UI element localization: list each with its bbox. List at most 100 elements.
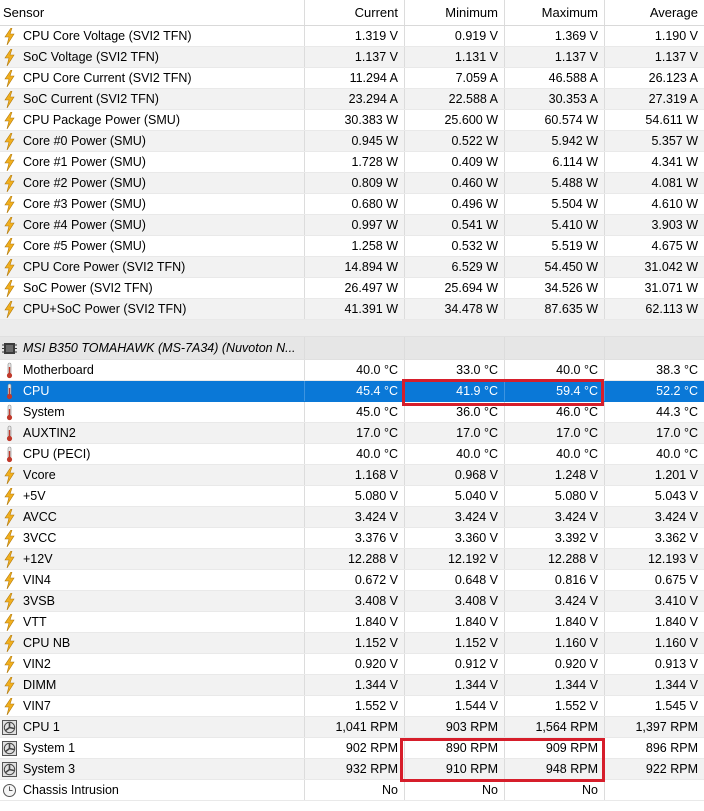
lightning-icon bbox=[2, 174, 23, 192]
table-row[interactable]: AUXTIN2 17.0 °C 17.0 °C 17.0 °C 17.0 °C bbox=[0, 423, 704, 444]
lightning-icon bbox=[2, 592, 23, 610]
table-row[interactable]: Vcore 1.168 V 0.968 V 1.248 V 1.201 V bbox=[0, 465, 704, 486]
table-row[interactable]: VIN7 1.552 V 1.544 V 1.552 V 1.545 V bbox=[0, 696, 704, 717]
sensor-name-cell: CPU (PECI) bbox=[0, 444, 305, 464]
average-value: 52.2 °C bbox=[656, 384, 698, 398]
average-value: 44.3 °C bbox=[656, 405, 698, 419]
column-header-current[interactable]: Current bbox=[305, 0, 405, 25]
table-row[interactable]: Core #5 Power (SMU) 1.258 W 0.532 W 5.519 W… bbox=[0, 236, 704, 257]
table-row[interactable]: CPU Core Current (SVI2 TFN) 11.294 A 7.059… bbox=[0, 68, 704, 89]
table-row[interactable]: CPU 1 1,041 RPM 903 RPM 1,564 RPM 1,397 RPM bbox=[0, 717, 704, 738]
sensor-name-cell: SoC Current (SVI2 TFN) bbox=[0, 89, 305, 109]
table-row[interactable]: Core #0 Power (SMU) 0.945 W 0.522 W 5.942 W… bbox=[0, 131, 704, 152]
average-value: 1.190 V bbox=[654, 29, 698, 43]
table-row[interactable]: SoC Power (SVI2 TFN) 26.497 W 25.694 W 34.5… bbox=[0, 278, 704, 299]
minimum-value: 0.541 W bbox=[405, 215, 505, 235]
maximum-value: 1.248 V bbox=[505, 465, 605, 485]
table-row[interactable]: VIN2 0.920 V 0.912 V 0.920 V 0.913 V bbox=[0, 654, 704, 675]
minimum-value: 0.496 W bbox=[405, 194, 505, 214]
maximum-value: 1.344 V bbox=[505, 675, 605, 695]
table-row[interactable]: +5V 5.080 V 5.040 V 5.080 V 5.043 V bbox=[0, 486, 704, 507]
table-row[interactable]: System 3 932 RPM 910 RPM 948 RPM 922 RPM bbox=[0, 759, 704, 780]
sensor-name: Core #5 Power (SMU) bbox=[23, 239, 146, 253]
sensor-name-cell: System 1 bbox=[0, 738, 305, 758]
sensor-name: System bbox=[23, 405, 65, 419]
lightning-icon bbox=[2, 153, 23, 171]
sensor-name-cell: System 3 bbox=[0, 759, 305, 779]
sensor-name: 3VSB bbox=[23, 594, 55, 608]
column-header-maximum[interactable]: Maximum bbox=[505, 0, 605, 25]
current-value: 30.383 W bbox=[305, 110, 405, 130]
table-row[interactable]: System 45.0 °C 36.0 °C 46.0 °C 44.3 °C bbox=[0, 402, 704, 423]
group-cell-average bbox=[605, 337, 704, 359]
sensor-name-cell: CPU Package Power (SMU) bbox=[0, 110, 305, 130]
minimum-value: 3.408 V bbox=[405, 591, 505, 611]
table-row[interactable]: +12V 12.288 V 12.192 V 12.288 V 12.193 V bbox=[0, 549, 704, 570]
sensor-name-cell: Core #4 Power (SMU) bbox=[0, 215, 305, 235]
average-value: 12.193 V bbox=[647, 552, 698, 566]
table-row[interactable]: CPU Core Power (SVI2 TFN) 14.894 W 6.529 W… bbox=[0, 257, 704, 278]
average-value: 3.362 V bbox=[654, 531, 698, 545]
table-row[interactable]: CPU+SoC Power (SVI2 TFN) 41.391 W 34.478 W… bbox=[0, 299, 704, 320]
table-row[interactable]: System 1 902 RPM 890 RPM 909 RPM 896 RPM bbox=[0, 738, 704, 759]
table-row[interactable]: Core #2 Power (SMU) 0.809 W 0.460 W 5.488 W… bbox=[0, 173, 704, 194]
minimum-value: 0.919 V bbox=[405, 26, 505, 46]
sensor-name: Core #0 Power (SMU) bbox=[23, 134, 146, 148]
sensor-group-header[interactable]: MSI B350 TOMAHAWK (MS-7A34) (Nuvoton N..… bbox=[0, 337, 704, 360]
minimum-value: 25.694 W bbox=[405, 278, 505, 298]
lightning-icon bbox=[2, 90, 23, 108]
table-row[interactable]: Chassis Intrusion No No No bbox=[0, 780, 704, 801]
sensor-name-cell: CPU 1 bbox=[0, 717, 305, 737]
sensor-name: System 3 bbox=[23, 762, 76, 776]
sensor-name: SoC Voltage (SVI2 TFN) bbox=[23, 50, 159, 64]
sensor-name: DIMM bbox=[23, 678, 57, 692]
maximum-value: 46.588 A bbox=[505, 68, 605, 88]
table-row[interactable]: 3VCC 3.376 V 3.360 V 3.392 V 3.362 V bbox=[0, 528, 704, 549]
table-row[interactable]: VTT 1.840 V 1.840 V 1.840 V 1.840 V bbox=[0, 612, 704, 633]
lightning-icon bbox=[2, 279, 23, 297]
current-value: 932 RPM bbox=[305, 759, 405, 779]
maximum-value: 5.942 W bbox=[505, 131, 605, 151]
sensor-name-cell: VIN7 bbox=[0, 696, 305, 716]
table-row[interactable]: CPU Package Power (SMU) 30.383 W 25.600 W6… bbox=[0, 110, 704, 131]
sensor-name: VIN7 bbox=[23, 699, 51, 713]
sensor-name: SoC Current (SVI2 TFN) bbox=[23, 92, 159, 106]
table-row[interactable]: CPU 45.4 °C 41.9 °C 59.4 °C 52.2 °C bbox=[0, 381, 704, 402]
table-row[interactable]: Core #1 Power (SMU) 1.728 W 0.409 W 6.114 W… bbox=[0, 152, 704, 173]
column-header-average[interactable]: Average bbox=[605, 0, 704, 25]
table-row[interactable]: SoC Voltage (SVI2 TFN) 1.137 V 1.131 V 1.13… bbox=[0, 47, 704, 68]
lightning-icon bbox=[2, 69, 23, 87]
lightning-icon bbox=[2, 613, 23, 631]
current-value: 0.945 W bbox=[305, 131, 405, 151]
table-row[interactable]: Motherboard 40.0 °C 33.0 °C 40.0 °C 38.3 °C bbox=[0, 360, 704, 381]
table-row[interactable]: CPU (PECI) 40.0 °C 40.0 °C 40.0 °C 40.0 °C bbox=[0, 444, 704, 465]
minimum-value: 1.344 V bbox=[405, 675, 505, 695]
table-row[interactable]: AVCC 3.424 V 3.424 V 3.424 V 3.424 V bbox=[0, 507, 704, 528]
sensor-name-cell: VIN2 bbox=[0, 654, 305, 674]
table-row[interactable]: Core #3 Power (SMU) 0.680 W 0.496 W 5.504 W… bbox=[0, 194, 704, 215]
column-header-sensor[interactable]: Sensor bbox=[0, 0, 305, 25]
table-row[interactable]: SoC Current (SVI2 TFN) 23.294 A 22.588 A 30… bbox=[0, 89, 704, 110]
minimum-value: 1.131 V bbox=[405, 47, 505, 67]
group-cell-minimum bbox=[405, 337, 505, 359]
table-row[interactable]: CPU Core Voltage (SVI2 TFN) 1.319 V 0.919 … bbox=[0, 26, 704, 47]
column-header-minimum[interactable]: Minimum bbox=[405, 0, 505, 25]
minimum-value: 17.0 °C bbox=[405, 423, 505, 443]
average-value: 1.160 V bbox=[654, 636, 698, 650]
table-row[interactable]: DIMM 1.344 V 1.344 V 1.344 V 1.344 V bbox=[0, 675, 704, 696]
table-row[interactable]: CPU NB 1.152 V 1.152 V 1.160 V 1.160 V bbox=[0, 633, 704, 654]
sensor-name: CPU NB bbox=[23, 636, 71, 650]
lightning-icon bbox=[2, 216, 23, 234]
table-row[interactable]: 3VSB 3.408 V 3.408 V 3.424 V 3.410 V bbox=[0, 591, 704, 612]
average-value: 3.410 V bbox=[654, 594, 698, 608]
average-value: 1.840 V bbox=[654, 615, 698, 629]
lightning-icon bbox=[2, 111, 23, 129]
maximum-value: 1.552 V bbox=[505, 696, 605, 716]
lightning-icon bbox=[2, 571, 23, 589]
table-row[interactable]: VIN4 0.672 V 0.648 V 0.816 V 0.675 V bbox=[0, 570, 704, 591]
sensor-name-cell: 3VCC bbox=[0, 528, 305, 548]
sensor-name-cell: VIN4 bbox=[0, 570, 305, 590]
average-value: 3.424 V bbox=[654, 510, 698, 524]
table-row[interactable]: Core #4 Power (SMU) 0.997 W 0.541 W 5.410 W… bbox=[0, 215, 704, 236]
maximum-value: 1.369 V bbox=[505, 26, 605, 46]
